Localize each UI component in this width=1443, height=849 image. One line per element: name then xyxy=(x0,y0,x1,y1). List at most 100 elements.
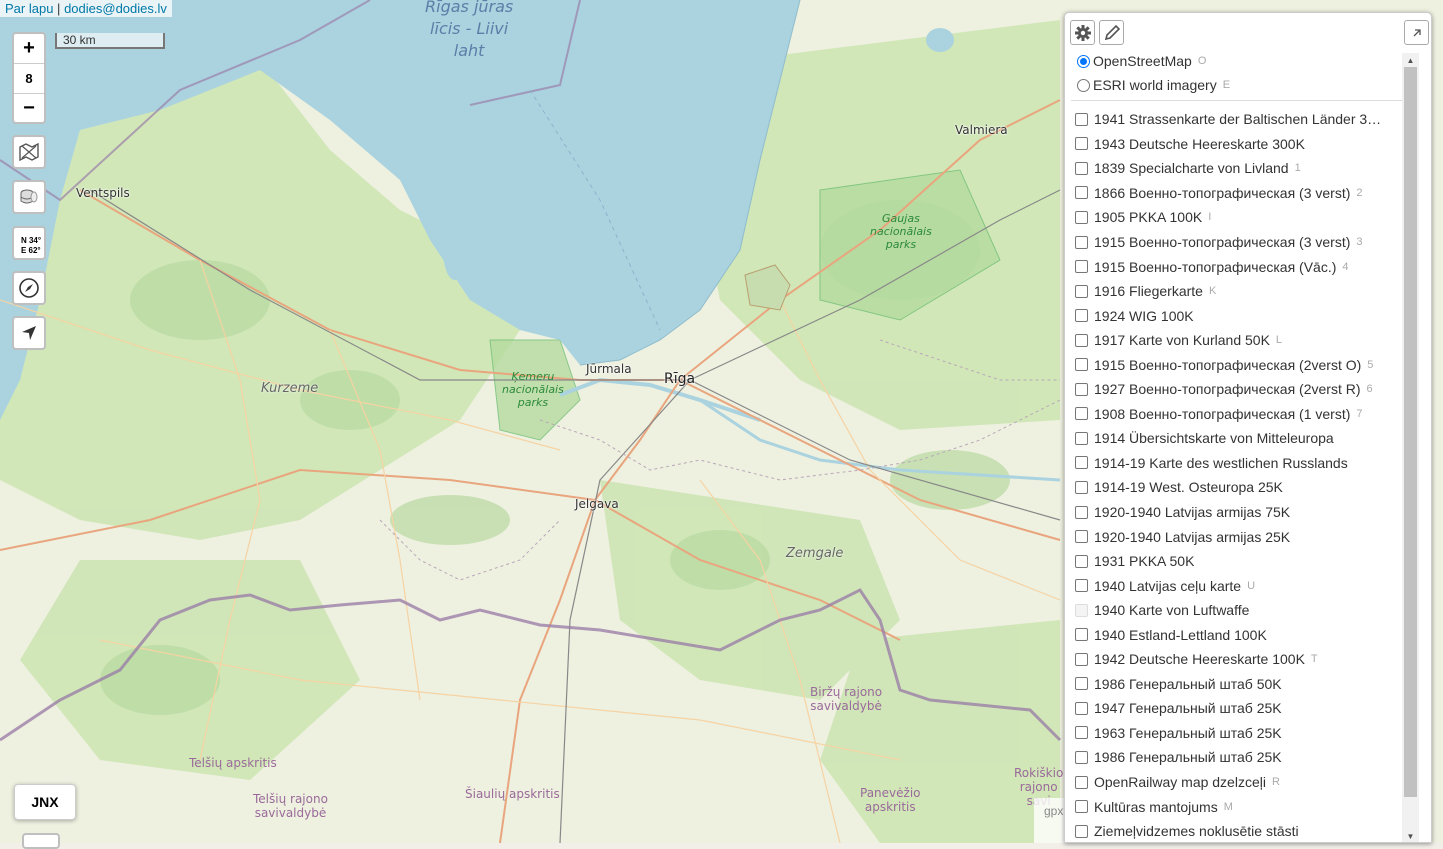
overlay-checkbox[interactable] xyxy=(1075,579,1088,593)
overlay-label: 1917 Karte von Kurland 50K xyxy=(1094,332,1270,349)
about-link[interactable]: Par lapu xyxy=(5,1,53,16)
overlay-item[interactable]: 1947 Генеральный штаб 25K xyxy=(1075,696,1409,721)
edit-button[interactable] xyxy=(1099,20,1124,45)
radio-osm[interactable] xyxy=(1077,54,1090,68)
base-layer-esri[interactable]: ESRI world imagery E xyxy=(1077,73,1230,97)
overlay-checkbox[interactable] xyxy=(1075,824,1088,838)
radio-esri[interactable] xyxy=(1077,78,1090,92)
overlay-item[interactable]: 1927 Военно-топографическая (2verst R) 6 xyxy=(1075,377,1409,402)
overlay-checkbox[interactable] xyxy=(1075,235,1088,249)
overlay-item[interactable]: 1914-19 Karte des westlichen Russlands xyxy=(1075,451,1409,476)
overlay-checkbox[interactable] xyxy=(1075,677,1088,691)
overlay-checkbox[interactable] xyxy=(1075,112,1088,126)
overlay-item[interactable]: 1986 Генеральный штаб 50K xyxy=(1075,672,1409,697)
base-layer-label: OpenStreetMap xyxy=(1093,53,1192,69)
overlay-checkbox[interactable] xyxy=(1075,456,1088,470)
zoom-out-button[interactable]: − xyxy=(14,94,44,123)
compass-button[interactable] xyxy=(12,271,46,305)
scroll-down-arrow-icon[interactable]: ▼ xyxy=(1402,829,1419,842)
overlay-item[interactable]: 1920-1940 Latvijas armijas 75K xyxy=(1075,500,1409,525)
overlay-checkbox[interactable] xyxy=(1075,652,1088,666)
overlay-checkbox[interactable] xyxy=(1075,480,1088,494)
overlay-checkbox[interactable] xyxy=(1075,358,1088,372)
city-label-valmiera: Valmiera xyxy=(955,123,1008,137)
overlay-checkbox[interactable] xyxy=(1075,431,1088,445)
overlay-checkbox[interactable] xyxy=(1075,260,1088,274)
coordinates-button[interactable]: N 34° E 62° xyxy=(12,226,46,260)
overlay-label: 1940 Karte von Luftwaffe xyxy=(1094,602,1250,619)
overlay-item[interactable]: 1924 WIG 100K xyxy=(1075,303,1409,328)
scroll-thumb[interactable] xyxy=(1404,67,1417,797)
overlay-checkbox[interactable] xyxy=(1075,186,1088,200)
overlay-checkbox[interactable] xyxy=(1075,161,1088,175)
admin-label-birzu: Biržų rajono savivaldybė xyxy=(810,685,883,713)
overlay-item[interactable]: 1940 Estland-Lettland 100K xyxy=(1075,622,1409,647)
overlay-checkbox[interactable] xyxy=(1075,800,1088,814)
overlay-checkbox[interactable] xyxy=(1075,726,1088,740)
scroll-up-arrow-icon[interactable]: ▲ xyxy=(1402,53,1419,67)
hotkey-label: M xyxy=(1223,800,1233,813)
panel-scrollbar[interactable]: ▲ ▼ xyxy=(1402,53,1419,842)
overlay-checkbox[interactable] xyxy=(1075,530,1088,544)
overlay-checkbox[interactable] xyxy=(1075,701,1088,715)
overlay-item[interactable]: 1963 Генеральный штаб 25K xyxy=(1075,721,1409,746)
overlay-item[interactable]: 1839 Specialcharte von Livland 1 xyxy=(1075,156,1409,181)
zoom-level: 8 xyxy=(14,64,44,94)
overlay-item[interactable]: 1916 Fliegerkarte K xyxy=(1075,279,1409,304)
overlay-item[interactable]: OpenRailway map dzelzceļi R xyxy=(1075,770,1409,795)
overlay-item[interactable]: 1915 Военно-топографическая (2verst O) 5 xyxy=(1075,352,1409,377)
overlay-checkbox[interactable] xyxy=(1075,333,1088,347)
locate-button[interactable] xyxy=(12,316,46,350)
overlay-item[interactable]: 1986 Генеральный штаб 25K xyxy=(1075,745,1409,770)
arrow-up-right-icon xyxy=(1413,28,1421,36)
overlay-item[interactable]: 1943 Deutsche Heereskarte 300K xyxy=(1075,132,1409,157)
overlay-label: 1866 Военно-топографическая (3 verst) xyxy=(1094,184,1351,201)
map-layers-button[interactable] xyxy=(12,135,46,169)
hotkey-label: O xyxy=(1197,55,1207,67)
coins-button[interactable] xyxy=(12,180,46,214)
overlay-checkbox[interactable] xyxy=(1075,505,1088,519)
overlay-label: 1986 Генеральный штаб 50K xyxy=(1094,675,1282,692)
jnx-button[interactable]: JNX xyxy=(14,784,76,820)
settings-button[interactable] xyxy=(1070,20,1095,45)
city-label-jelgava: Jelgava xyxy=(575,497,619,511)
base-layer-osm[interactable]: OpenStreetMap O xyxy=(1077,49,1230,73)
overlay-checkbox[interactable] xyxy=(1075,210,1088,224)
overlay-item[interactable]: 1940 Latvijas ceļu karte U xyxy=(1075,573,1409,598)
expand-button[interactable] xyxy=(1404,20,1429,45)
overlay-item[interactable]: 1920-1940 Latvijas armijas 25K xyxy=(1075,524,1409,549)
overlay-item[interactable]: 1915 Военно-топографическая (Vāc.) 4 xyxy=(1075,254,1409,279)
overlay-label: 1914 Übersichtskarte von Mitteleuropa xyxy=(1094,430,1334,447)
overlay-checkbox[interactable] xyxy=(1075,628,1088,642)
overlay-item[interactable]: 1931 PKKA 50K xyxy=(1075,549,1409,574)
zoom-control: + 8 − xyxy=(12,32,46,124)
gpx-control[interactable]: gpx xyxy=(1034,798,1064,843)
scale-bar: 30 km xyxy=(55,33,165,49)
overlay-item[interactable]: 1917 Karte von Kurland 50K L xyxy=(1075,328,1409,353)
overlay-item[interactable]: 1942 Deutsche Heereskarte 100K T xyxy=(1075,647,1409,672)
overlay-item[interactable]: Kultūras mantojums M xyxy=(1075,794,1409,819)
overlay-checkbox[interactable] xyxy=(1075,309,1088,323)
overlay-item[interactable]: Ziemeļvidzemes noklusētie stāsti xyxy=(1075,819,1409,842)
overlay-item[interactable]: 1914 Übersichtskarte von Mitteleuropa xyxy=(1075,426,1409,451)
overlay-checkbox[interactable] xyxy=(1075,407,1088,421)
overlay-item[interactable]: 1866 Военно-топографическая (3 verst) 2 xyxy=(1075,181,1409,206)
overlay-checkbox[interactable] xyxy=(1075,554,1088,568)
coins-icon xyxy=(20,189,38,204)
overlay-checkbox[interactable] xyxy=(1075,137,1088,151)
overlay-item[interactable]: 1908 Военно-топографическая (1 verst) 7 xyxy=(1075,402,1409,427)
overlay-checkbox[interactable] xyxy=(1075,284,1088,298)
overlay-item[interactable]: 1905 PKKA 100K I xyxy=(1075,205,1409,230)
overlay-item[interactable]: 1941 Strassenkarte der Baltischen Länder… xyxy=(1075,107,1409,132)
base-layer-label: ESRI world imagery xyxy=(1093,77,1217,93)
overlay-checkbox[interactable] xyxy=(1075,750,1088,764)
overlay-item[interactable]: 1915 Военно-топографическая (3 verst) 3 xyxy=(1075,230,1409,255)
overlay-checkbox[interactable] xyxy=(1075,775,1088,789)
overlay-item[interactable]: 1914-19 West. Osteuropa 25K xyxy=(1075,475,1409,500)
zoom-in-button[interactable]: + xyxy=(14,34,44,64)
email-link[interactable]: dodies@dodies.lv xyxy=(64,1,167,16)
bottom-control[interactable] xyxy=(22,833,60,849)
hotkey-label: L xyxy=(1275,334,1283,347)
overlay-checkbox[interactable] xyxy=(1075,382,1088,396)
hotkey-label: 1 xyxy=(1294,162,1301,175)
